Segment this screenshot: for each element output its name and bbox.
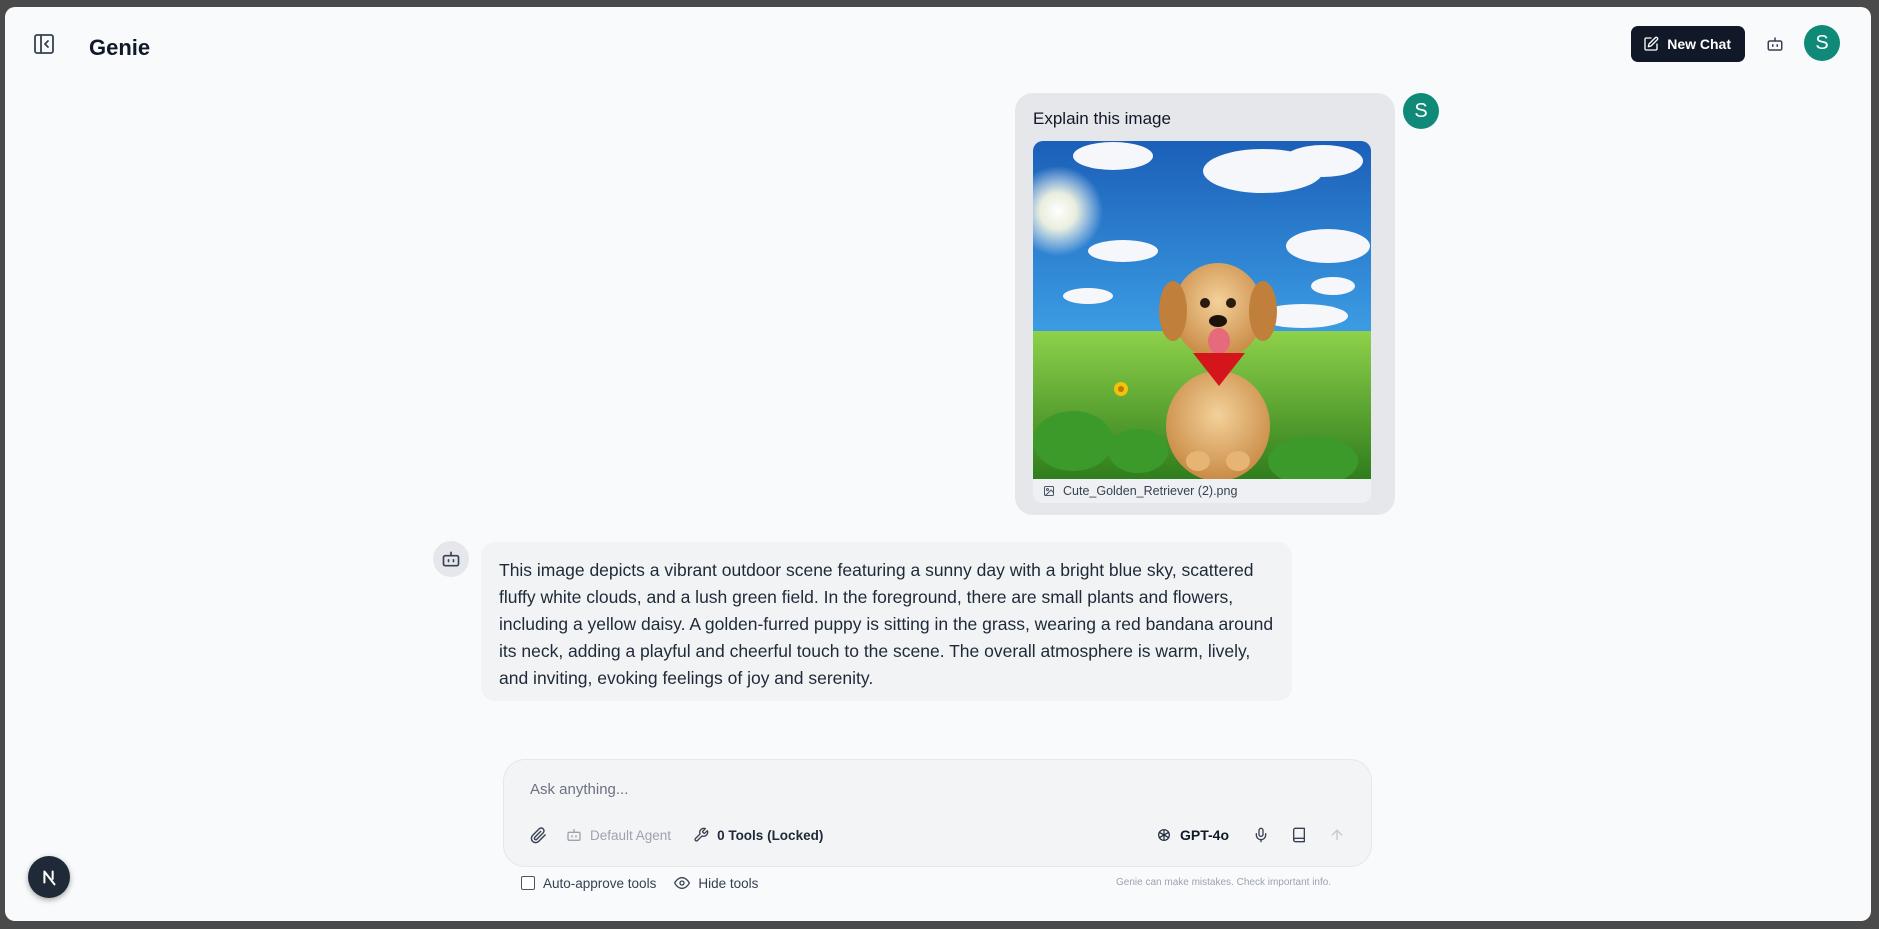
- sidebar-toggle-icon[interactable]: [29, 29, 59, 59]
- auto-approve-checkbox[interactable]: [521, 876, 535, 890]
- microphone-icon[interactable]: [1247, 821, 1275, 849]
- attachment-caption: Cute_Golden_Retriever (2).png: [1033, 479, 1371, 503]
- nextjs-badge-icon[interactable]: [28, 856, 70, 898]
- bot-icon: [442, 551, 460, 567]
- send-arrow-icon[interactable]: [1323, 821, 1351, 849]
- attachment-image: [1033, 141, 1371, 479]
- assistant-avatar: [433, 541, 469, 577]
- book-icon[interactable]: [1285, 821, 1313, 849]
- attachment-filename: Cute_Golden_Retriever (2).png: [1063, 484, 1238, 498]
- new-chat-button[interactable]: New Chat: [1631, 26, 1745, 62]
- agent-selector[interactable]: Default Agent: [566, 827, 671, 843]
- composer-toolbar: Default Agent 0 Tools (Locked) GPT-4o: [524, 818, 1351, 852]
- chat-composer: Default Agent 0 Tools (Locked) GPT-4o: [503, 759, 1372, 867]
- header: Genie New Chat S: [5, 7, 1871, 77]
- disclaimer-text: Genie can make mistakes. Check important…: [1116, 877, 1332, 888]
- chat-input[interactable]: [530, 776, 1330, 802]
- wrench-icon: [694, 827, 709, 842]
- paperclip-icon[interactable]: [524, 821, 552, 849]
- openai-icon: [1158, 829, 1170, 841]
- bot-icon[interactable]: [1764, 33, 1786, 55]
- eye-icon: [674, 877, 691, 889]
- app-title: Genie: [89, 35, 151, 60]
- tools-label: 0 Tools (Locked): [717, 827, 824, 843]
- auto-approve-toggle[interactable]: Auto-approve tools: [521, 876, 656, 891]
- image-icon: [1044, 486, 1054, 496]
- bot-icon: [567, 829, 581, 841]
- user-message: Explain this image Cute_Golden_Retriever…: [1015, 93, 1395, 515]
- hide-tools-label: Hide tools: [698, 875, 759, 891]
- composer-options: Auto-approve tools Hide tools: [521, 873, 758, 893]
- app-window: Genie New Chat S Explain this image Cute…: [5, 7, 1871, 921]
- auto-approve-label: Auto-approve tools: [543, 875, 657, 891]
- user-avatar[interactable]: S: [1804, 25, 1840, 61]
- image-attachment[interactable]: Cute_Golden_Retriever (2).png: [1033, 141, 1371, 503]
- model-selector[interactable]: GPT-4o: [1156, 827, 1229, 843]
- new-chat-label: New Chat: [1667, 36, 1731, 52]
- agent-label: Default Agent: [590, 827, 672, 843]
- edit-icon: [1644, 36, 1659, 51]
- message-user-avatar: S: [1403, 93, 1439, 129]
- model-label: GPT-4o: [1179, 827, 1229, 843]
- user-message-text: Explain this image: [1033, 109, 1171, 128]
- assistant-message: This image depicts a vibrant outdoor sce…: [481, 542, 1292, 701]
- tools-selector[interactable]: 0 Tools (Locked): [693, 827, 823, 843]
- hide-tools-button[interactable]: Hide tools: [674, 875, 758, 891]
